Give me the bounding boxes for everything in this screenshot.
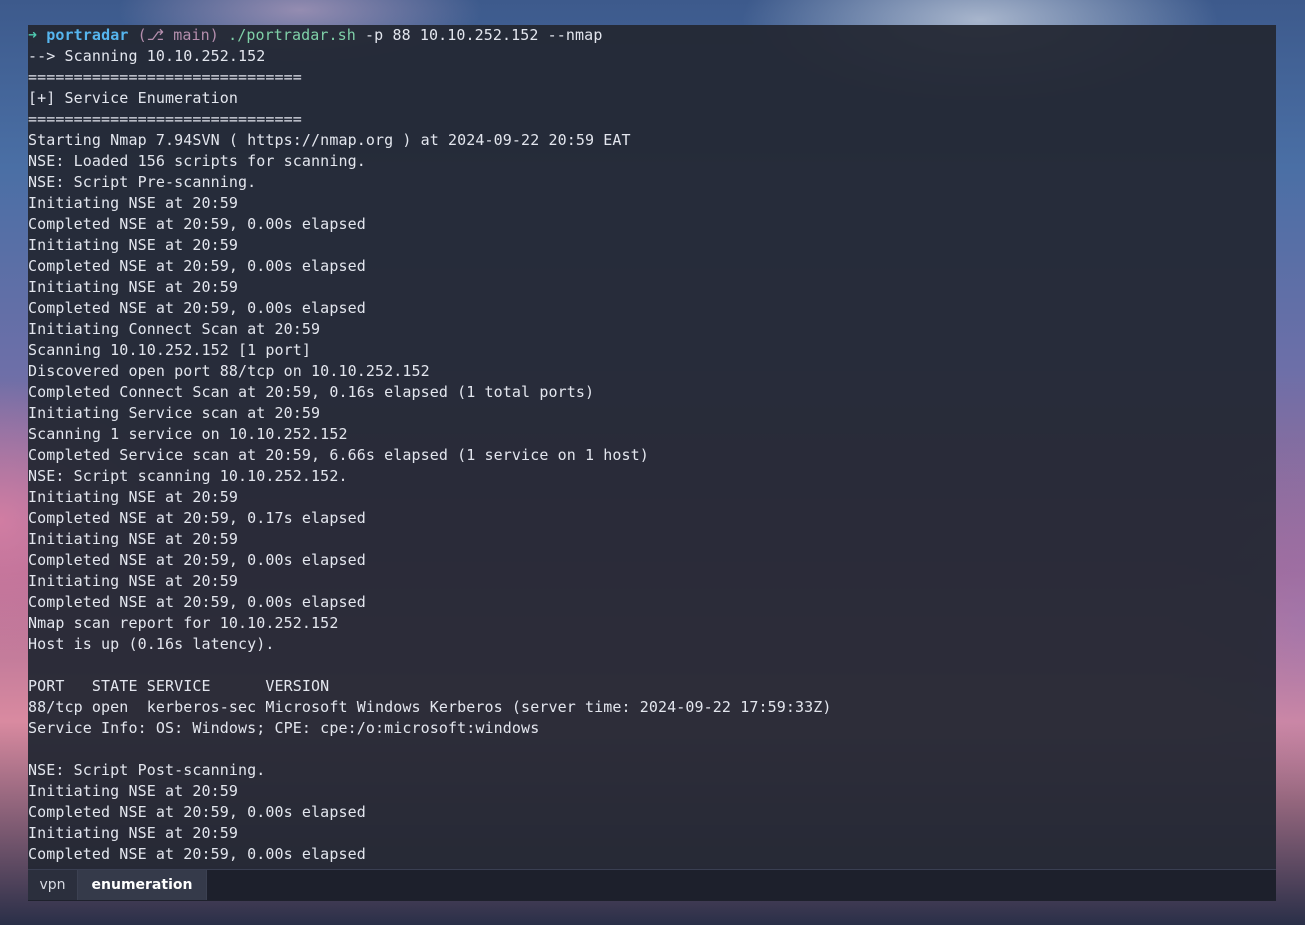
prompt-directory: portradar [46, 26, 129, 44]
output-line: Initiating NSE at 20:59 [28, 824, 239, 842]
output-line: Completed Connect Scan at 20:59, 0.16s e… [28, 383, 595, 401]
output-line: Initiating NSE at 20:59 [28, 572, 239, 590]
output-line: Scanning 10.10.252.152 [1 port] [28, 341, 312, 359]
output-line: NSE: Script Pre-scanning. [28, 173, 257, 191]
tab-vpn[interactable]: vpn [28, 870, 78, 900]
output-line: Initiating NSE at 20:59 [28, 194, 239, 212]
output-line: Completed NSE at 20:59, 0.00s elapsed [28, 215, 366, 233]
output-line: Initiating Service scan at 20:59 [28, 404, 321, 422]
tab-enumeration[interactable]: enumeration [78, 870, 207, 900]
output-line: Scanning 1 service on 10.10.252.152 [28, 425, 348, 443]
output-line: 88/tcp open kerberos-sec Microsoft Windo… [28, 698, 832, 716]
prompt-git-branch: (⎇ main) [137, 26, 219, 44]
prompt-line: ➜ portradar (⎇ main) ./portradar.sh -p 8… [28, 25, 1276, 46]
output-line: Completed NSE at 20:59, 0.00s elapsed [28, 551, 366, 569]
output-line: ============================== [28, 110, 302, 128]
output-line: Completed NSE at 20:59, 0.00s elapsed [28, 845, 366, 863]
output-line: Initiating NSE at 20:59 [28, 530, 239, 548]
output-line: Initiating NSE at 20:59 [28, 278, 239, 296]
output-line: Initiating NSE at 20:59 [28, 782, 239, 800]
output-line: [+] Service Enumeration [28, 89, 239, 107]
output-line: NSE: Script scanning 10.10.252.152. [28, 467, 348, 485]
prompt-command: ./portradar.sh [228, 26, 356, 44]
terminal-output[interactable]: ➜ portradar (⎇ main) ./portradar.sh -p 8… [28, 25, 1276, 867]
prompt-arrow-icon: ➜ [28, 26, 38, 44]
tmux-status-bar: vpn enumeration [28, 869, 1276, 901]
output-line: Initiating Connect Scan at 20:59 [28, 320, 321, 338]
output-line: Completed NSE at 20:59, 0.17s elapsed [28, 509, 366, 527]
output-line: PORT STATE SERVICE VERSION [28, 677, 330, 695]
output-line: NSE: Script Post-scanning. [28, 761, 266, 779]
output-line: Completed Service scan at 20:59, 6.66s e… [28, 446, 649, 464]
output-line: Host is up (0.16s latency). [28, 635, 275, 653]
prompt-arguments: -p 88 10.10.252.152 --nmap [365, 26, 603, 44]
output-line: Service Info: OS: Windows; CPE: cpe:/o:m… [28, 719, 540, 737]
output-line: Initiating NSE at 20:59 [28, 488, 239, 506]
output-line: ============================== [28, 68, 302, 86]
output-line: Completed NSE at 20:59, 0.00s elapsed [28, 257, 366, 275]
terminal-window[interactable]: ➜ portradar (⎇ main) ./portradar.sh -p 8… [28, 25, 1276, 901]
output-line: Starting Nmap 7.94SVN ( https://nmap.org… [28, 131, 631, 149]
output-line: --> Scanning 10.10.252.152 [28, 47, 266, 65]
output-line: Initiating NSE at 20:59 [28, 236, 239, 254]
output-line: Completed NSE at 20:59, 0.00s elapsed [28, 803, 366, 821]
output-line: Completed NSE at 20:59, 0.00s elapsed [28, 299, 366, 317]
output-line: Nmap scan report for 10.10.252.152 [28, 614, 339, 632]
output-line: Completed NSE at 20:59, 0.00s elapsed [28, 593, 366, 611]
output-line: Discovered open port 88/tcp on 10.10.252… [28, 362, 430, 380]
output-line: NSE: Loaded 156 scripts for scanning. [28, 152, 366, 170]
